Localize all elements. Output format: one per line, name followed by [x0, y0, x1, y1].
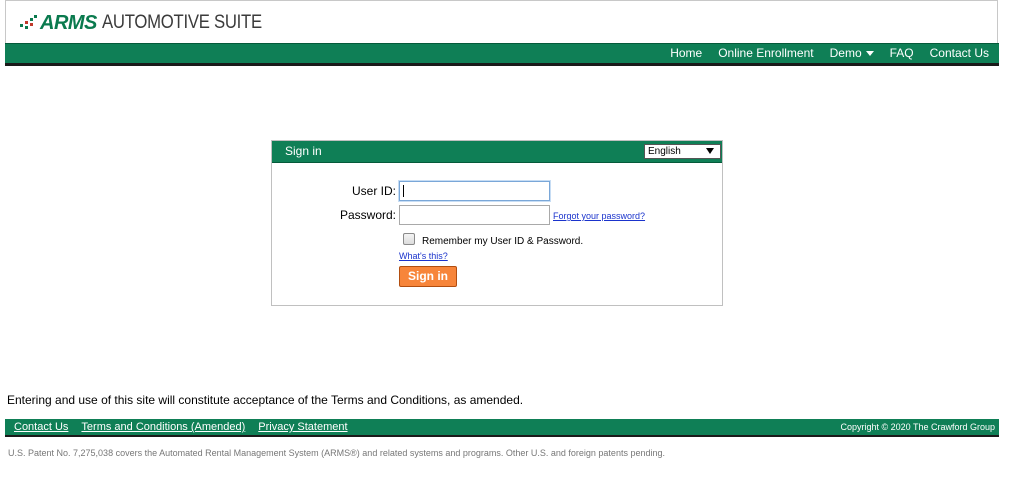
user-id-input[interactable]	[399, 181, 550, 201]
copyright-text: Copyright © 2020 The Crawford Group	[840, 422, 995, 432]
nav-demo[interactable]: Demo	[830, 45, 874, 62]
nav-home[interactable]: Home	[670, 45, 702, 62]
footer-contact-us-link[interactable]: Contact Us	[14, 420, 68, 434]
logo-brand: ARMS	[40, 11, 97, 34]
footer-links: Contact Us Terms and Conditions (Amended…	[14, 420, 361, 434]
nav-contact-us[interactable]: Contact Us	[930, 45, 989, 62]
footer-terms-link[interactable]: Terms and Conditions (Amended)	[81, 420, 245, 434]
chevron-down-icon	[865, 51, 874, 56]
dropdown-arrow-icon	[706, 148, 714, 154]
whats-this-link[interactable]: What's this?	[399, 251, 448, 261]
signin-panel-header: Sign in English	[272, 141, 722, 163]
remember-me-checkbox[interactable]	[403, 233, 415, 245]
footer-bar: Contact Us Terms and Conditions (Amended…	[5, 419, 999, 437]
forgot-password-link[interactable]: Forgot your password?	[553, 211, 645, 221]
top-nav-bar: Home Online Enrollment Demo FAQ Contact …	[5, 43, 999, 63]
logo-dots-icon	[20, 15, 38, 31]
nav-divider	[5, 63, 999, 66]
arms-logo[interactable]: ARMS AUTOMOTIVE SUITE	[20, 10, 284, 36]
user-id-label: User ID:	[351, 184, 396, 198]
patent-notice: U.S. Patent No. 7,275,038 covers the Aut…	[8, 448, 665, 458]
main-nav: Home Online Enrollment Demo FAQ Contact …	[654, 45, 989, 62]
language-selected: English	[648, 146, 681, 157]
nav-online-enrollment[interactable]: Online Enrollment	[718, 45, 813, 62]
terms-notice: Entering and use of this site will const…	[7, 393, 524, 407]
sign-in-button[interactable]: Sign in	[399, 266, 457, 287]
site-header: ARMS AUTOMOTIVE SUITE	[5, 0, 998, 44]
text-cursor	[403, 185, 404, 197]
footer-privacy-link[interactable]: Privacy Statement	[258, 420, 347, 434]
password-input[interactable]	[399, 205, 550, 225]
signin-panel: Sign in English User ID: Password: Forgo…	[271, 140, 723, 306]
nav-demo-label: Demo	[829, 46, 862, 60]
language-select[interactable]: English	[644, 144, 721, 159]
remember-me-label: Remember my User ID & Password.	[422, 236, 584, 247]
signin-title: Sign in	[285, 144, 322, 158]
password-label: Password:	[339, 208, 396, 222]
nav-faq[interactable]: FAQ	[890, 45, 914, 62]
logo-product: AUTOMOTIVE SUITE	[101, 12, 262, 33]
